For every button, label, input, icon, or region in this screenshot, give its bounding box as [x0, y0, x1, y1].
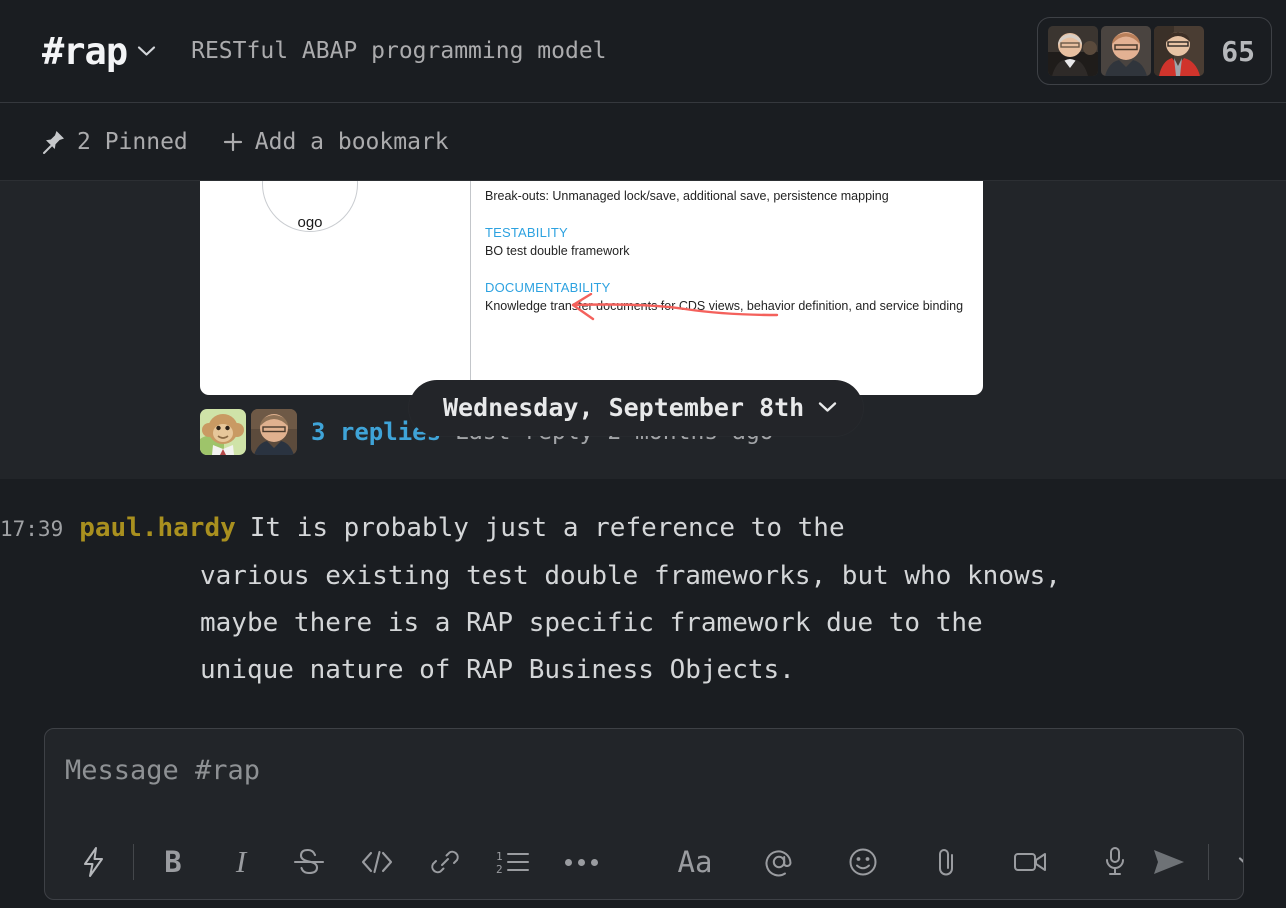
microphone-icon[interactable] [1088, 835, 1142, 889]
message-text-line-4: unique nature of RAP Business Objects. [200, 655, 795, 685]
chat-message: 17:39 paul.hardy It is probably just a ref… [0, 479, 1286, 712]
send-icon[interactable] [1142, 835, 1196, 889]
members-button[interactable]: 65 [1037, 17, 1272, 85]
message-username[interactable]: paul.hardy [79, 513, 236, 543]
channel-header: #rap RESTful ABAP programming model 65 [0, 0, 1286, 103]
message-text-line-1: It is probably just a reference to the [249, 513, 845, 543]
thread-avatar-person [251, 409, 297, 455]
toolbar-divider [133, 844, 134, 880]
message-composer: Message #rap B I 1 2 Aa [44, 728, 1244, 900]
member-count: 65 [1221, 34, 1255, 68]
chat-message-first-line: 17:39 paul.hardy It is probably just a ref… [0, 505, 1266, 553]
slide-breakouts-line: Break-outs: Unmanaged lock/save, additio… [485, 189, 889, 203]
thread-avatar-monkey [200, 409, 246, 455]
channel-topic[interactable]: RESTful ABAP programming model [191, 38, 606, 64]
add-bookmark-label: Add a bookmark [254, 128, 449, 155]
pinned-label: 2 Pinned [77, 128, 188, 155]
send-options-chevron-down-icon[interactable] [1221, 835, 1243, 889]
date-divider[interactable]: Wednesday, September 8th [409, 380, 864, 436]
formatting-button[interactable]: Aa [668, 835, 722, 889]
svg-text:1: 1 [496, 850, 503, 863]
channel-title: #rap [42, 29, 128, 73]
ordered-list-icon[interactable]: 1 2 [486, 835, 540, 889]
code-button[interactable] [350, 835, 404, 889]
more-options-icon[interactable] [554, 835, 608, 889]
italic-button[interactable]: I [214, 835, 268, 889]
member-avatar-3 [1154, 26, 1205, 76]
chat-message-body: various existing test double frameworks,… [0, 553, 1266, 694]
member-avatars [1048, 26, 1205, 76]
video-camera-icon[interactable] [1004, 835, 1058, 889]
slide-vertical-divider [470, 181, 471, 381]
composer-area: Message #rap B I 1 2 Aa [0, 712, 1286, 908]
member-avatar-1 [1048, 26, 1099, 76]
message-text-line-2: various existing test double frameworks,… [200, 561, 1061, 591]
svg-text:2: 2 [496, 863, 503, 876]
slide-heading-testability: TESTABILITY [485, 225, 568, 240]
bookmark-bar: 2 Pinned Add a bookmark [0, 103, 1286, 181]
date-divider-label: Wednesday, September 8th [443, 393, 805, 422]
chevron-down-icon [818, 398, 837, 417]
send-options-divider [1208, 844, 1209, 880]
channel-name-button[interactable]: #rap [42, 30, 156, 73]
pin-icon [42, 129, 66, 155]
pinned-items-button[interactable]: 2 Pinned [42, 129, 188, 155]
paperclip-icon[interactable] [920, 835, 974, 889]
message-timestamp: 17:39 [0, 517, 64, 541]
chevron-down-icon [137, 42, 156, 61]
add-bookmark-button[interactable]: Add a bookmark [222, 129, 449, 155]
message-input[interactable]: Message #rap [45, 729, 1243, 825]
emoji-icon[interactable] [836, 835, 890, 889]
slide-sub-testability: BO test double framework [485, 244, 630, 258]
slide-circle-text: ogo [297, 214, 323, 231]
mention-icon[interactable] [752, 835, 806, 889]
slide-logo-circle: ogo [262, 181, 358, 232]
thread-reply-avatars [200, 409, 297, 455]
member-avatar-2 [1101, 26, 1152, 76]
bold-button[interactable]: B [146, 835, 200, 889]
plus-icon [222, 131, 244, 153]
composer-toolbar: B I 1 2 Aa [45, 825, 1243, 899]
red-annotation-arrow-icon [565, 292, 780, 327]
strikethrough-button[interactable] [282, 835, 336, 889]
lightning-bolt-icon[interactable] [67, 835, 121, 889]
message-text-line-3: maybe there is a RAP specific framework … [200, 608, 983, 638]
message-list: ogo Break-outs: Unmanaged lock/save, add… [0, 181, 1286, 712]
message-image-attachment[interactable]: ogo Break-outs: Unmanaged lock/save, add… [200, 181, 983, 395]
link-icon[interactable] [418, 835, 472, 889]
